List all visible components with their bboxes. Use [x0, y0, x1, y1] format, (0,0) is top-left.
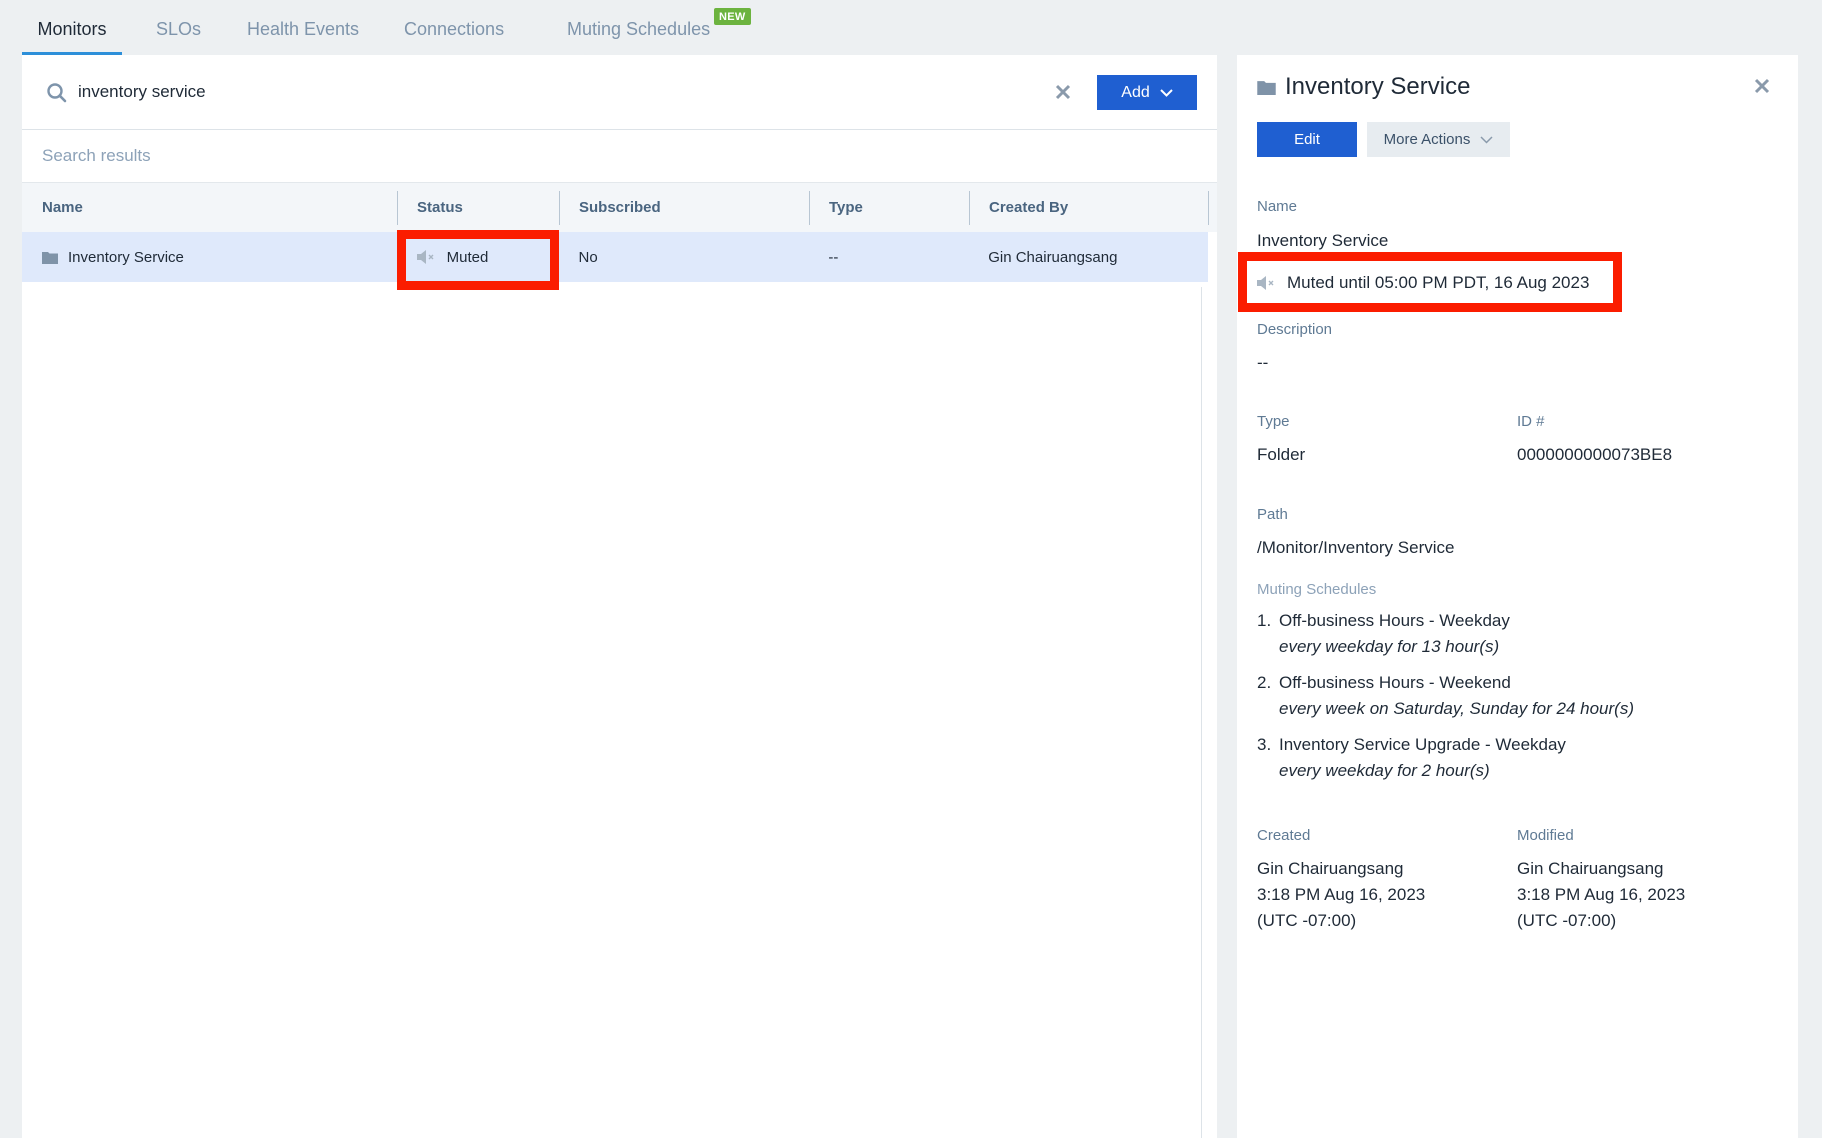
table-row[interactable]: Inventory Service Muted No -- Gin Chairu… [22, 232, 1208, 282]
detail-panel: Inventory Service Edit More Actions Name… [1237, 55, 1798, 1138]
cell-status: Muted [397, 232, 559, 282]
column-header-name[interactable]: Name [22, 183, 397, 233]
cell-subscribed: No [578, 248, 598, 266]
table-header: Name Status Subscribed Type Created By [22, 182, 1217, 232]
schedule-description: every weekday for 13 hour(s) [1279, 637, 1500, 656]
modified-time: 3:18 PM Aug 16, 2023 [1517, 885, 1686, 904]
new-badge: NEW [714, 8, 751, 25]
column-header-subscribed[interactable]: Subscribed [559, 183, 809, 233]
scrollbar-track[interactable] [1201, 287, 1202, 1138]
cell-name: Inventory Service [22, 232, 397, 282]
more-actions-label: More Actions [1383, 131, 1471, 148]
tab-connections[interactable]: Connections [404, 0, 504, 55]
monitors-list-panel: Add Search results Name Status Subscribe… [22, 55, 1217, 1138]
description-value: -- [1257, 353, 1269, 372]
add-button-label: Add [1121, 83, 1150, 101]
tab-muting-schedules[interactable]: Muting Schedules [567, 0, 710, 55]
search-bar: Add [22, 55, 1217, 130]
type-value: Folder [1257, 445, 1306, 464]
muted-speaker-icon [1257, 276, 1274, 290]
muted-until-text: Muted until 05:00 PM PDT, 16 Aug 2023 [1287, 273, 1590, 292]
list-item: 1. Off-business Hours - Weekday every we… [1257, 608, 1777, 660]
tab-health-events[interactable]: Health Events [247, 0, 359, 55]
muting-schedules-list: 1. Off-business Hours - Weekday every we… [1257, 608, 1777, 794]
column-header-type[interactable]: Type [809, 183, 969, 233]
muting-schedules-label: Muting Schedules [1257, 581, 1377, 598]
path-label: Path [1257, 506, 1288, 523]
muted-speaker-icon [416, 250, 434, 264]
row-name: Inventory Service [68, 248, 184, 266]
modified-timezone: (UTC -07:00) [1517, 911, 1617, 930]
schedule-name[interactable]: Off-business Hours - Weekend [1279, 670, 1634, 696]
more-actions-button[interactable]: More Actions [1367, 122, 1510, 157]
name-label: Name [1257, 198, 1298, 215]
column-header-status[interactable]: Status [397, 183, 559, 233]
search-results-label: Search results [42, 146, 151, 165]
chevron-down-icon [1160, 88, 1173, 97]
schedule-number: 2. [1257, 673, 1272, 692]
id-label: ID # [1517, 413, 1545, 430]
tab-label: Health Events [247, 19, 360, 39]
created-timezone: (UTC -07:00) [1257, 911, 1357, 930]
path-value: /Monitor/Inventory Service [1257, 538, 1455, 557]
created-by: Gin Chairuangsang [1257, 859, 1404, 878]
schedule-description: every weekday for 2 hour(s) [1279, 761, 1490, 780]
id-value: 0000000000073BE8 [1517, 445, 1673, 464]
schedule-number: 1. [1257, 611, 1272, 630]
type-label: Type [1257, 413, 1290, 430]
search-icon [47, 83, 67, 103]
cell-created-by: Gin Chairuangsang [988, 248, 1118, 266]
folder-icon [42, 251, 58, 264]
created-time: 3:18 PM Aug 16, 2023 [1257, 885, 1426, 904]
modified-label: Modified [1517, 827, 1574, 844]
column-header-created-by[interactable]: Created By [969, 183, 1209, 233]
description-label: Description [1257, 321, 1333, 338]
cell-type: -- [828, 248, 839, 266]
schedule-description: every week on Saturday, Sunday for 24 ho… [1279, 699, 1634, 718]
search-input[interactable] [78, 75, 978, 109]
chevron-down-icon [1480, 135, 1493, 144]
tab-monitors[interactable]: Monitors [22, 0, 122, 55]
detail-title: Inventory Service [1257, 73, 1470, 101]
created-label: Created [1257, 827, 1311, 844]
muted-status: Muted until 05:00 PM PDT, 16 Aug 2023 [1257, 273, 1589, 293]
schedule-number: 3. [1257, 735, 1272, 754]
name-value: Inventory Service [1257, 231, 1389, 250]
detail-title-text: Inventory Service [1285, 73, 1471, 100]
add-button[interactable]: Add [1097, 75, 1197, 110]
schedule-name[interactable]: Inventory Service Upgrade - Weekday [1279, 732, 1566, 758]
tab-slos[interactable]: SLOs [156, 0, 201, 55]
list-item: 2. Off-business Hours - Weekend every we… [1257, 670, 1777, 722]
monitors-table: Name Status Subscribed Type Created By I… [22, 182, 1217, 282]
tab-label: Connections [404, 19, 505, 39]
modified-by: Gin Chairuangsang [1517, 859, 1664, 878]
tab-label: SLOs [156, 19, 202, 39]
close-icon[interactable] [1753, 77, 1771, 95]
list-item: 3. Inventory Service Upgrade - Weekday e… [1257, 732, 1777, 784]
schedule-name[interactable]: Off-business Hours - Weekday [1279, 608, 1510, 634]
clear-search-icon[interactable] [1052, 81, 1074, 103]
folder-icon [1257, 80, 1276, 95]
row-status: Muted [446, 248, 489, 266]
edit-button[interactable]: Edit [1257, 122, 1357, 157]
tab-label: Monitors [37, 19, 107, 39]
tab-label: Muting Schedules [567, 19, 711, 39]
